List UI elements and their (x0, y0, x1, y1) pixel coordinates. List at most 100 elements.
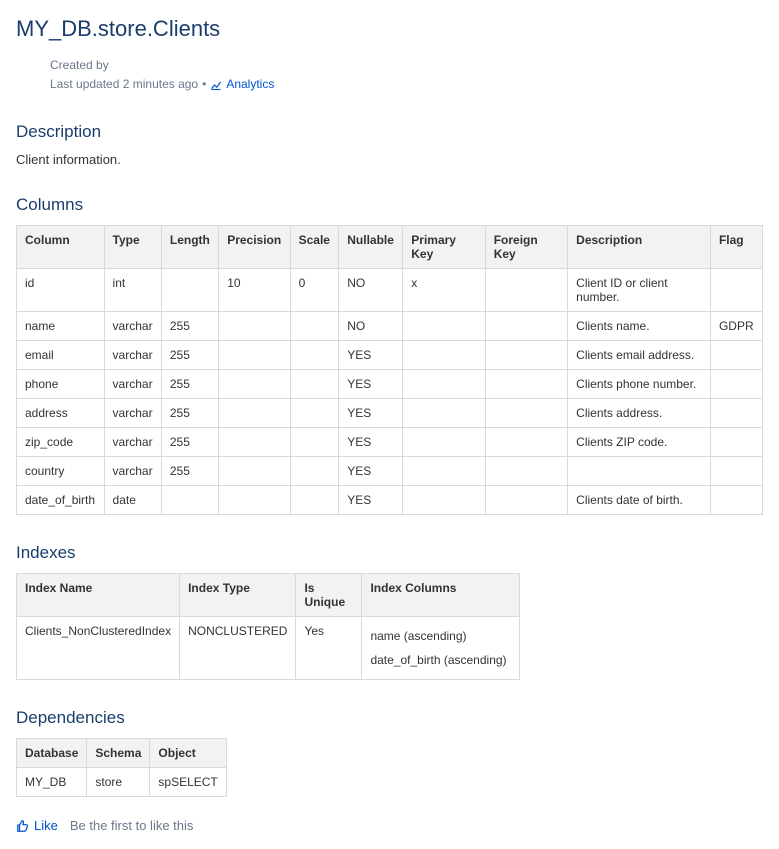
table-cell: id (17, 269, 105, 312)
table-cell (710, 370, 762, 399)
table-cell (403, 486, 485, 515)
table-cell (710, 341, 762, 370)
table-row: idint100NOxClient ID or client number. (17, 269, 763, 312)
table-cell (403, 457, 485, 486)
table-cell: country (17, 457, 105, 486)
table-cell (485, 399, 567, 428)
table-cell (485, 341, 567, 370)
table-cell (485, 428, 567, 457)
like-bar: Like Be the first to like this (16, 817, 763, 833)
table-cell (290, 370, 339, 399)
index-column-item: name (ascending) (370, 624, 511, 648)
indexes-th-type: Index Type (180, 574, 296, 617)
indexes-header-row: Index Name Index Type Is Unique Index Co… (17, 574, 520, 617)
table-cell: Clients_NonClusteredIndex (17, 617, 180, 680)
table-row: zip_codevarchar255YESClients ZIP code. (17, 428, 763, 457)
table-cell: zip_code (17, 428, 105, 457)
table-cell (403, 341, 485, 370)
columns-th-precision: Precision (219, 226, 290, 269)
page-title: MY_DB.store.Clients (16, 16, 763, 42)
table-cell: phone (17, 370, 105, 399)
dependencies-th-schema: Schema (87, 739, 150, 768)
table-cell: Clients email address. (568, 341, 711, 370)
table-cell: spSELECT (150, 768, 226, 797)
table-cell (403, 428, 485, 457)
columns-th-fk: Foreign Key (485, 226, 567, 269)
table-cell (403, 399, 485, 428)
table-cell (710, 457, 762, 486)
description-text: Client information. (16, 152, 763, 167)
table-cell (403, 312, 485, 341)
table-cell: 0 (290, 269, 339, 312)
table-cell (290, 312, 339, 341)
table-cell: date (104, 486, 161, 515)
table-cell: Clients ZIP code. (568, 428, 711, 457)
table-cell: varchar (104, 457, 161, 486)
columns-th-pk: Primary Key (403, 226, 485, 269)
table-row: date_of_birthdateYESClients date of birt… (17, 486, 763, 515)
table-cell (219, 312, 290, 341)
table-cell: 255 (161, 457, 218, 486)
table-cell (290, 399, 339, 428)
columns-th-desc: Description (568, 226, 711, 269)
table-cell: varchar (104, 312, 161, 341)
like-button[interactable]: Like (16, 817, 58, 833)
table-cell (485, 486, 567, 515)
table-cell: varchar (104, 428, 161, 457)
table-cell (290, 428, 339, 457)
page-meta: Created by Last updated 2 minutes ago • … (50, 56, 763, 94)
indexes-th-unique: Is Unique (296, 574, 362, 617)
indexes-th-name: Index Name (17, 574, 180, 617)
dependencies-header-row: Database Schema Object (17, 739, 227, 768)
table-cell (485, 312, 567, 341)
table-cell (290, 486, 339, 515)
table-cell (485, 370, 567, 399)
table-cell: YES (339, 370, 403, 399)
table-cell (161, 269, 218, 312)
table-cell: GDPR (710, 312, 762, 341)
table-cell: x (403, 269, 485, 312)
table-cell: address (17, 399, 105, 428)
indexes-heading: Indexes (16, 543, 763, 563)
table-cell: email (17, 341, 105, 370)
index-column-item: date_of_birth (ascending) (370, 648, 511, 672)
dependencies-th-db: Database (17, 739, 87, 768)
table-cell (219, 399, 290, 428)
table-row: addressvarchar255YESClients address. (17, 399, 763, 428)
table-cell: name (17, 312, 105, 341)
indexes-th-cols: Index Columns (362, 574, 520, 617)
table-cell: YES (339, 486, 403, 515)
table-cell: 255 (161, 428, 218, 457)
columns-th-column: Column (17, 226, 105, 269)
columns-th-type: Type (104, 226, 161, 269)
table-cell: varchar (104, 399, 161, 428)
table-cell: Clients date of birth. (568, 486, 711, 515)
table-cell (219, 370, 290, 399)
table-cell: Yes (296, 617, 362, 680)
analytics-link[interactable]: Analytics (210, 75, 274, 94)
table-cell (290, 341, 339, 370)
table-cell: int (104, 269, 161, 312)
table-cell (710, 269, 762, 312)
meta-separator: • (202, 75, 206, 94)
table-cell: varchar (104, 370, 161, 399)
table-cell: 255 (161, 312, 218, 341)
table-cell: YES (339, 457, 403, 486)
thumbs-up-icon (16, 817, 30, 833)
table-row: phonevarchar255YESClients phone number. (17, 370, 763, 399)
like-prompt: Be the first to like this (70, 818, 194, 833)
description-heading: Description (16, 122, 763, 142)
table-cell: store (87, 768, 150, 797)
table-cell: 10 (219, 269, 290, 312)
indexes-table: Index Name Index Type Is Unique Index Co… (16, 573, 520, 680)
table-cell: Clients name. (568, 312, 711, 341)
columns-heading: Columns (16, 195, 763, 215)
table-cell: Clients phone number. (568, 370, 711, 399)
columns-header-row: Column Type Length Precision Scale Nulla… (17, 226, 763, 269)
columns-th-flag: Flag (710, 226, 762, 269)
analytics-icon (210, 75, 222, 94)
created-by-label: Created by (50, 56, 763, 75)
table-cell (219, 486, 290, 515)
table-cell: MY_DB (17, 768, 87, 797)
columns-th-scale: Scale (290, 226, 339, 269)
